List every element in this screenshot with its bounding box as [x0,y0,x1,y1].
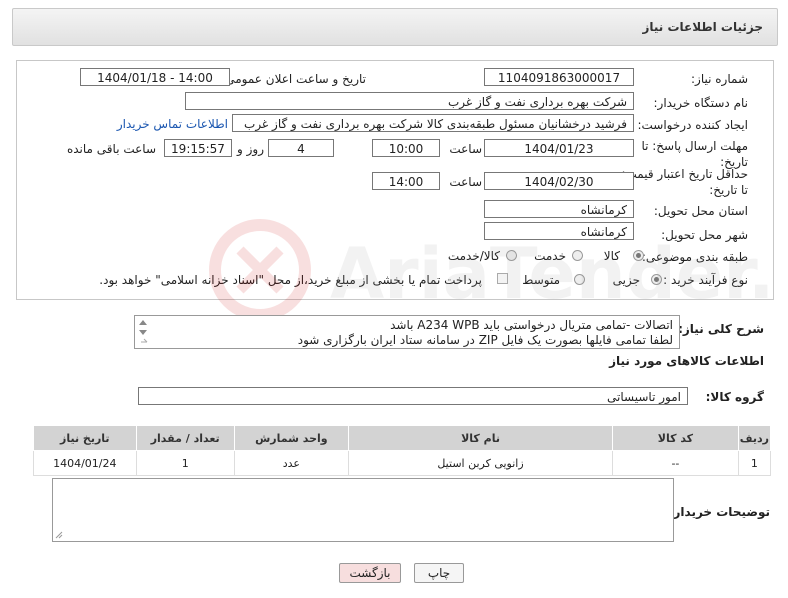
contact-info-link[interactable]: اطلاعات تماس خریدار [117,117,228,131]
description-line-1: اتصالات -تمامی متریال درخواستی باید A234… [390,318,673,332]
category-option-service: خدمت [534,249,566,263]
process-radio-minor[interactable] [651,274,662,285]
category-label: طبقه بندی موضوعی: [641,250,748,264]
textarea-scroll-arrows[interactable] [137,318,149,344]
description-textarea[interactable]: اتصالات -تمامی متریال درخواستی باید A234… [134,315,680,349]
col-header-name: نام کالا [347,425,614,451]
col-header-code: کد کالا [612,425,739,451]
col-header-unit: واحد شمارش [233,425,349,451]
price-time-field: 14:00 [372,172,440,190]
province-field: کرمانشاه [484,200,634,218]
need-number-field: 1104091863000017 [484,68,634,86]
creator-label: ایجاد کننده درخواست: [637,118,748,132]
buyer-notes-label: توضیحات خریدار: [668,505,770,519]
days-label: روز و [237,142,264,156]
category-radio-both[interactable] [506,250,517,261]
buyer-notes-textarea[interactable] [52,478,674,542]
table-header-row: ردیف کد کالا نام کالا واحد شمارش تعداد /… [33,425,772,451]
col-header-qty: تعداد / مقدار [135,425,235,451]
description-line-2: لطفا تمامی فایلها بصورت یک فایل ZIP در س… [297,333,673,347]
goods-group-field: امور تاسیساتی [138,387,688,405]
announce-label: تاریخ و ساعت اعلان عمومی: [221,72,366,86]
description-label: شرح کلی نیاز: [678,322,764,336]
category-option-goods: کالا [603,249,620,263]
remaining-time-field: 19:15:57 [164,139,232,157]
province-label: استان محل تحویل: [653,204,748,218]
reply-time-label: ساعت [449,142,482,156]
price-date-field: 1404/02/30 [484,172,634,190]
buyer-org-label: نام دستگاه خریدار: [653,96,749,110]
treasury-checkbox[interactable] [497,273,508,284]
cell-qty: 1 [135,450,235,476]
scroll-arrows-icon [139,320,148,343]
process-option-medium: متوسط [522,273,560,287]
cell-row-number: 1 [737,450,772,476]
col-header-row: ردیف [737,425,772,451]
print-button[interactable]: چاپ [414,563,464,583]
category-radio-goods[interactable] [633,250,644,261]
process-radio-medium[interactable] [574,274,585,285]
payment-note: پرداخت تمام یا بخشی از مبلغ خرید،از محل … [99,273,482,287]
cell-date: 1404/01/24 [33,450,137,476]
process-option-minor: جزیی [612,273,640,287]
city-label: شهر محل تحویل: [661,228,748,242]
days-field: 4 [268,139,334,157]
creator-field: فرشید درخشانیان مسئول طبقه‌بندی کالا شرک… [232,114,634,132]
city-field: کرمانشاه [484,222,634,240]
goods-section-title: اطلاعات کالاهای مورد نیاز [609,354,764,368]
table-row[interactable]: 1 -- زانویی کربن استیل عدد 1 1404/01/24 [33,450,772,476]
page-header: جزئیات اطلاعات نیاز [12,8,778,46]
goods-group-label: گروه کالا: [705,390,764,404]
reply-date-field: 1404/01/23 [484,139,634,157]
category-radio-service[interactable] [572,250,583,261]
col-header-date: تاریخ نیاز [33,425,137,451]
need-number-label: شماره نیاز: [691,72,748,86]
price-time-label: ساعت [449,175,482,189]
reply-time-field: 10:00 [372,139,440,157]
announce-field: 1404/01/18 - 14:00 [80,68,230,86]
buyer-org-field: شرکت بهره برداری نفت و گاز غرب [185,92,634,110]
remaining-label: ساعت باقی مانده [66,142,156,156]
page-title: جزئیات اطلاعات نیاز [642,20,763,34]
price-deadline-label: حداقل تاریخ اعتبار قیمت: تا تاریخ: [621,167,748,197]
category-option-both: کالا/خدمت [447,249,500,263]
resize-handle-icon[interactable] [55,531,63,539]
cell-name: زانویی کربن استیل [347,450,614,476]
back-button[interactable]: بازگشت [339,563,401,583]
cell-code: -- [612,450,739,476]
goods-table: ردیف کد کالا نام کالا واحد شمارش تعداد /… [33,425,772,476]
process-label: نوع فرآیند خرید : [663,273,748,287]
cell-unit: عدد [233,450,349,476]
